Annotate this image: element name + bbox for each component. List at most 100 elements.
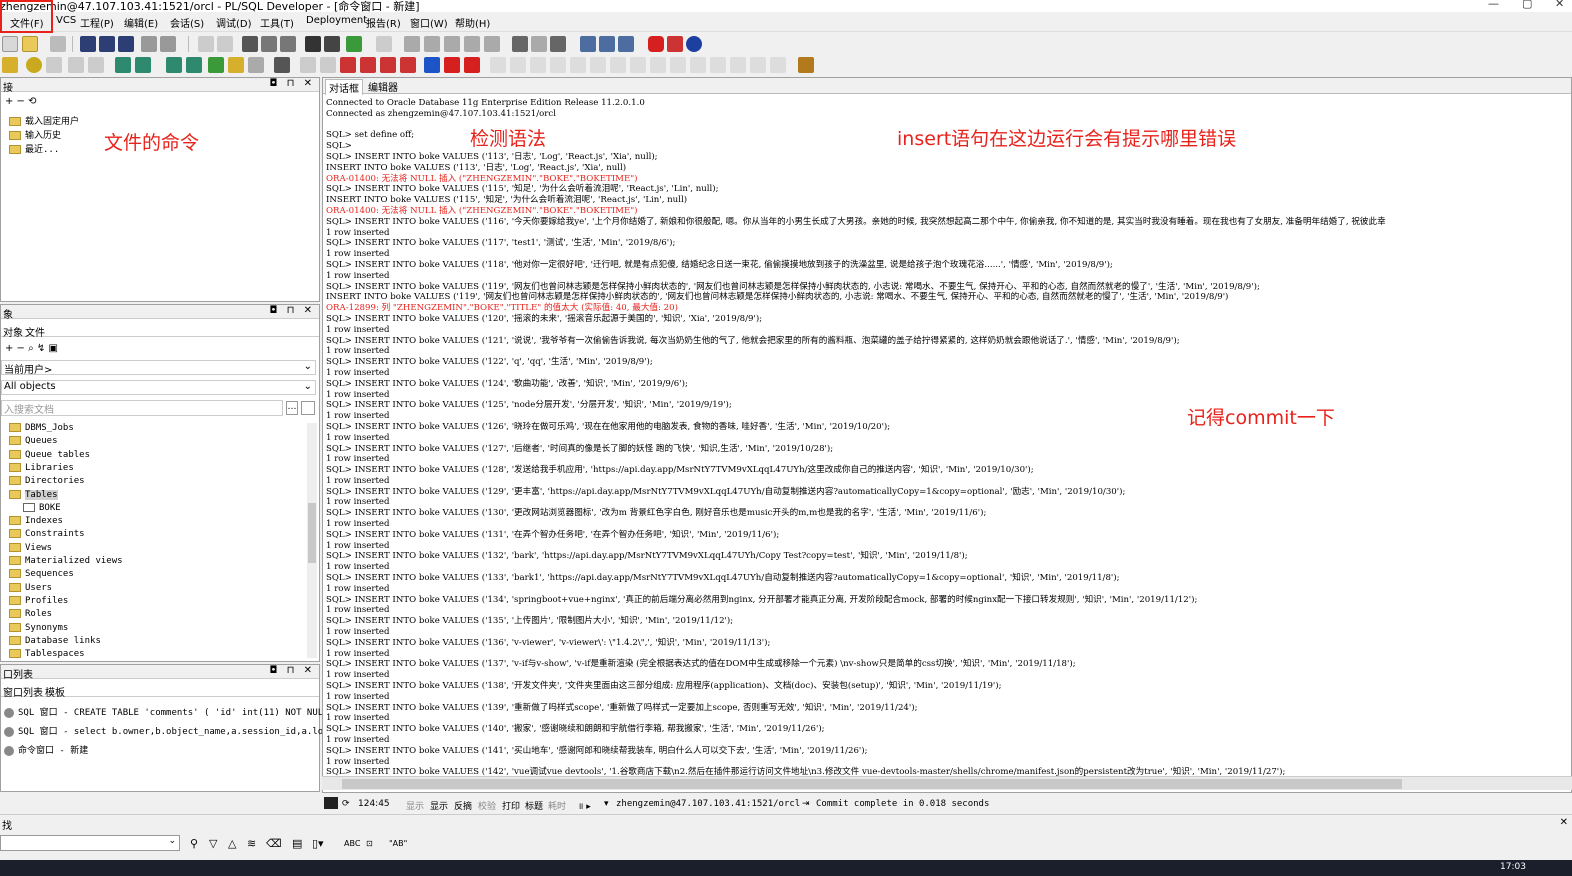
maximize-button[interactable]: ▢	[1522, 0, 1532, 10]
tree-item-dbms-jobs[interactable]: DBMS_Jobs	[9, 423, 74, 433]
object-toolbar[interactable]: + − ⌕ ↯ ▣	[5, 343, 58, 354]
new-icon[interactable]	[2, 36, 18, 52]
tree-item-views[interactable]: Views	[9, 542, 52, 553]
tree-item-materialized-views[interactable]: Materialized views	[9, 556, 123, 566]
scrollbar-thumb[interactable]	[342, 779, 1402, 789]
scrollbar-thumb[interactable]	[308, 503, 316, 563]
window-grid-icon[interactable]	[618, 36, 634, 52]
tree-item-libraries[interactable]: Libraries	[9, 462, 74, 473]
panel-controls[interactable]: ◘ ⊓ ✕	[270, 78, 315, 89]
print-icon[interactable]	[50, 36, 66, 52]
status-toggle-reverse[interactable]: 反摘	[454, 799, 472, 812]
stop-icon[interactable]	[648, 36, 664, 52]
tab-objects[interactable]: 对象	[3, 324, 23, 339]
tree-item-boke[interactable]: BOKE	[23, 502, 61, 513]
refresh-icon[interactable]: ⟳	[342, 799, 350, 809]
menu-session[interactable]: 会话(S)	[170, 15, 204, 30]
info-icon[interactable]	[686, 36, 702, 52]
paste-icon[interactable]	[280, 36, 296, 52]
save-as-icon[interactable]	[99, 36, 115, 52]
find-input[interactable]: ⌄	[0, 835, 180, 851]
tree-item-profiles[interactable]: Profiles	[9, 595, 68, 606]
tree-item-constraints[interactable]: Constraints	[9, 529, 85, 539]
tab-files[interactable]: 文件	[25, 324, 45, 339]
page-setup-icon[interactable]	[160, 36, 176, 52]
disconnect-icon[interactable]	[135, 57, 151, 73]
execute-icon[interactable]	[208, 57, 224, 73]
menu-edit[interactable]: 编辑(E)	[124, 15, 158, 30]
tree-item-synonyms[interactable]: Synonyms	[9, 622, 68, 633]
document-icon[interactable]	[248, 57, 264, 73]
copy-icon[interactable]	[261, 36, 277, 52]
key-icon[interactable]	[2, 57, 18, 73]
panel-controls[interactable]: ◘ ⊓ ✕	[270, 305, 315, 316]
indent-icon[interactable]	[404, 36, 420, 52]
status-toggle-title[interactable]: 标题	[525, 799, 543, 812]
debug-icon[interactable]	[380, 57, 396, 73]
tree-item-recent[interactable]: 最近...	[9, 142, 59, 155]
pause-icon[interactable]: ॥ ▸	[578, 799, 591, 812]
tab-window-list[interactable]: 窗口列表	[3, 684, 43, 699]
tree-item-tablespaces[interactable]: Tablespaces	[9, 649, 85, 658]
whole-word-icon[interactable]: ⊡	[366, 839, 373, 848]
unindent-icon[interactable]	[424, 36, 440, 52]
undo-icon[interactable]	[198, 36, 214, 52]
tree-item-tables[interactable]: Tables	[9, 489, 58, 500]
comment-icon[interactable]	[484, 36, 500, 52]
pdf-icon[interactable]	[667, 36, 683, 52]
tree-item-sequences[interactable]: Sequences	[9, 569, 74, 579]
tree-item-database-links[interactable]: Database links	[9, 635, 101, 646]
uppercase-icon[interactable]	[444, 36, 460, 52]
tree-item-load-fixed-user[interactable]: 载入固定用户	[9, 114, 79, 127]
menu-project[interactable]: 工程(P)	[80, 15, 114, 30]
menu-icon[interactable]	[324, 797, 338, 809]
open-folder-icon[interactable]	[22, 36, 38, 52]
tree-item-queue-tables[interactable]: Queue tables	[9, 449, 90, 460]
window-list-item-sql-select[interactable]: SQL 窗口 - select b.owner,b.object_name,a.…	[4, 724, 339, 737]
status-toggle-verify[interactable]: 校验	[478, 799, 496, 812]
database-icon[interactable]	[166, 57, 182, 73]
wrench-icon[interactable]	[274, 57, 290, 73]
lock-icon[interactable]	[798, 57, 814, 73]
find-prev-icon[interactable]: △	[228, 837, 236, 850]
tree-item-roles[interactable]: Roles	[9, 609, 52, 619]
explain-icon[interactable]	[550, 36, 566, 52]
rollback-icon[interactable]	[400, 57, 416, 73]
redo-icon[interactable]	[217, 36, 233, 52]
window-list-item-command[interactable]: 命令窗口 - 新建	[4, 743, 88, 756]
object-tree-scrollbar[interactable]	[307, 423, 317, 658]
menu-help[interactable]: 帮助(H)	[455, 15, 490, 30]
command-output[interactable]: Connected to Oracle Database 11g Enterpr…	[326, 98, 1566, 778]
load-icon[interactable]	[346, 36, 362, 52]
find-options-icon[interactable]: ▤	[292, 837, 302, 850]
panel-controls[interactable]: ◘ ⊓ ✕	[270, 665, 315, 676]
sessions-icon[interactable]	[186, 57, 202, 73]
tab-templates[interactable]: 模板	[45, 684, 65, 699]
find-icon[interactable]	[305, 36, 321, 52]
lowercase-icon[interactable]	[464, 36, 480, 52]
cut-icon[interactable]	[242, 36, 258, 52]
tab-editor[interactable]: 编辑器	[365, 79, 401, 94]
eraser-icon[interactable]: ⌫	[266, 837, 282, 850]
find-highlight-icon[interactable]: ≋	[247, 837, 256, 850]
window-list-item-sql-create[interactable]: SQL 窗口 - CREATE TABLE 'comments' ( 'id' …	[4, 705, 339, 718]
compile-icon[interactable]	[376, 36, 392, 52]
panel-toolbar[interactable]: + − ⟲	[5, 96, 37, 107]
search-options-button[interactable]: …	[286, 401, 298, 415]
tree-item-input-history[interactable]: 输入历史	[9, 128, 61, 141]
connect-icon[interactable]	[115, 57, 131, 73]
status-toggle-timing[interactable]: 耗时	[548, 799, 566, 812]
save-all-icon[interactable]	[118, 36, 134, 52]
tree-item-queues[interactable]: Queues	[9, 436, 58, 446]
menu-report[interactable]: 报告(R)	[366, 15, 401, 30]
find-binoculars-icon[interactable]: ⚲	[190, 837, 198, 850]
menu-deployment[interactable]: Deployment	[306, 15, 367, 26]
find-close-icon[interactable]: ✕	[1560, 817, 1568, 828]
object-search-input[interactable]: 入搜索文档	[1, 400, 283, 416]
regex-toggle[interactable]: "AB"	[389, 839, 407, 848]
filter-select[interactable]: All objects ⌄	[1, 380, 316, 395]
connection-label[interactable]: zhengzemin@47.107.103.41:1521/orcl	[616, 799, 800, 809]
find-next-icon[interactable]: ▽	[209, 837, 217, 850]
menu-vcs[interactable]: VCS	[56, 15, 76, 26]
breakpoint-icon[interactable]	[360, 57, 376, 73]
